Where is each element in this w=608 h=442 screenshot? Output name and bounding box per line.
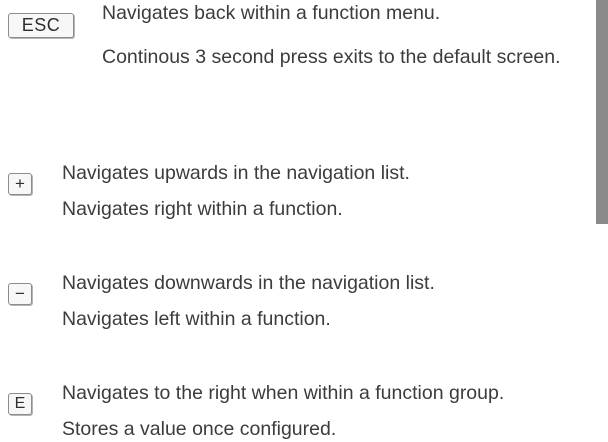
e-key-label: E	[14, 395, 26, 412]
esc-key-icon: ESC	[8, 13, 74, 38]
minus-description-line-2: Navigates left within a function.	[62, 308, 331, 330]
plus-key-icon: +	[8, 173, 32, 195]
page-edge-bar	[596, 0, 608, 224]
e-description-line-1: Navigates to the right when within a fun…	[62, 382, 505, 404]
esc-description-line-1: Navigates back within a function menu.	[102, 2, 441, 24]
plus-key-label: +	[15, 174, 25, 193]
minus-key-label: −	[15, 284, 25, 303]
minus-key-icon: −	[8, 283, 32, 305]
plus-description-line-2: Navigates right within a function.	[62, 198, 343, 220]
e-description-line-2: Stores a value once configured.	[62, 418, 337, 440]
plus-description-line-1: Navigates upwards in the navigation list…	[62, 162, 410, 184]
esc-description-line-2: Continous 3 second press exits to the de…	[102, 46, 561, 68]
esc-key-label: ESC	[21, 15, 61, 35]
e-key-icon: E	[8, 393, 32, 415]
minus-description-line-1: Navigates downwards in the navigation li…	[62, 272, 435, 294]
